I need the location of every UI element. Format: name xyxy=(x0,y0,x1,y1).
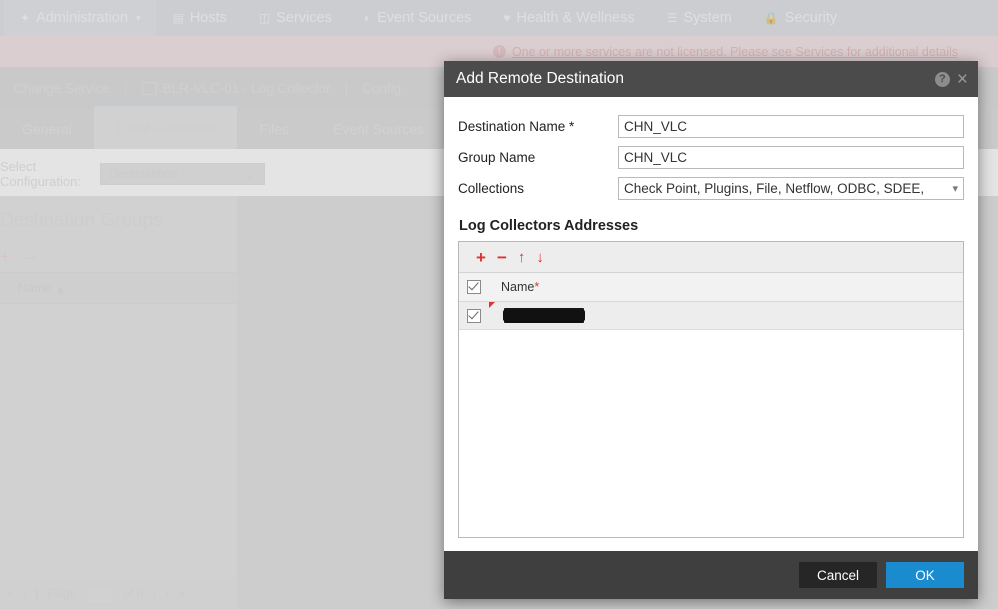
destination-name-label: Destination Name * xyxy=(458,119,575,134)
dialog-body: Destination Name * Group Name Collection… xyxy=(444,97,978,551)
dialog-footer: Cancel OK xyxy=(444,551,978,599)
table-row[interactable] xyxy=(459,302,963,330)
list-empty-area xyxy=(459,330,963,537)
dialog-title-actions: ? × xyxy=(934,70,968,89)
field-row-destination-name: Destination Name * xyxy=(458,111,964,142)
field-row-group-name: Group Name xyxy=(458,142,964,173)
list-toolbar: + − ↑ ↓ xyxy=(459,242,963,273)
list-header-row: Name* xyxy=(459,273,963,302)
dialog-title-bar: Add Remote Destination ? × xyxy=(444,61,978,97)
column-header-label: Name xyxy=(501,280,535,294)
group-name-label: Group Name xyxy=(458,150,536,165)
remove-icon[interactable]: − xyxy=(497,249,507,266)
chevron-down-icon: ▾ xyxy=(952,183,958,195)
destination-name-input[interactable] xyxy=(618,115,964,138)
collections-select-value: Check Point, Plugins, File, Netflow, ODB… xyxy=(624,181,925,196)
checkbox-icon xyxy=(467,280,481,294)
ok-button[interactable]: OK xyxy=(886,562,964,588)
collections-select[interactable]: Check Point, Plugins, File, Netflow, ODB… xyxy=(618,177,964,200)
field-row-collections: Collections Check Point, Plugins, File, … xyxy=(458,173,964,204)
add-icon[interactable]: + xyxy=(476,249,486,266)
group-name-input[interactable] xyxy=(618,146,964,169)
row-checkbox[interactable] xyxy=(459,308,489,323)
move-down-icon[interactable]: ↓ xyxy=(536,249,544,266)
log-collectors-addresses-title: Log Collectors Addresses xyxy=(459,218,639,234)
collections-label: Collections xyxy=(458,181,525,196)
validation-error-marker xyxy=(489,302,495,308)
close-icon[interactable]: × xyxy=(957,70,968,89)
add-remote-destination-dialog: Add Remote Destination ? × Destination N… xyxy=(444,61,978,599)
log-collectors-addresses-list: + − ↑ ↓ Name* xyxy=(458,241,964,538)
required-asterisk: * xyxy=(534,280,540,294)
help-icon[interactable]: ? xyxy=(934,71,950,87)
move-up-icon[interactable]: ↑ xyxy=(518,249,526,266)
redacted-address-value xyxy=(503,310,585,321)
select-all-checkbox[interactable] xyxy=(459,280,489,294)
cancel-button[interactable]: Cancel xyxy=(799,562,877,588)
application-window: ✦ Administration ▾ ▤ Hosts ◫ Services ◐ … xyxy=(0,0,998,609)
dialog-title: Add Remote Destination xyxy=(456,70,625,87)
checkbox-icon xyxy=(467,308,481,323)
column-header-name[interactable]: Name* xyxy=(489,280,539,294)
